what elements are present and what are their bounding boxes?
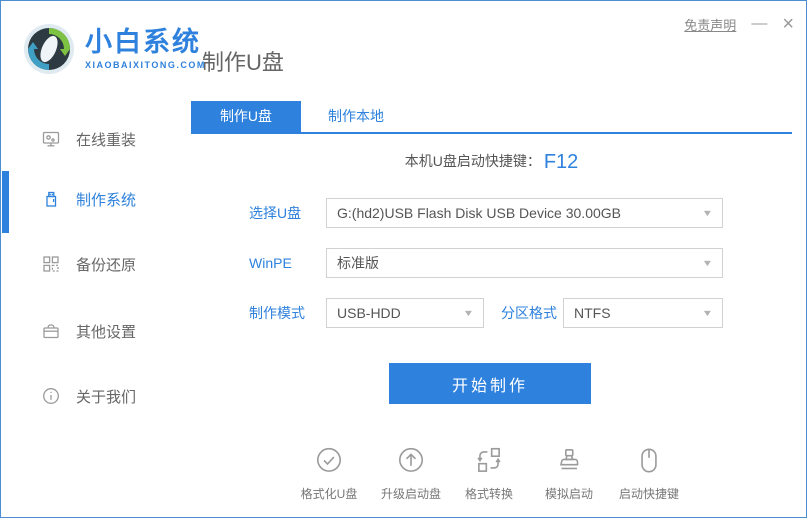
chevron-down-icon: ▼ [701, 308, 714, 318]
chevron-down-icon: ▼ [462, 308, 475, 318]
action-label: 启动快捷键 [618, 487, 679, 501]
arrow-up-circle-icon [395, 445, 427, 477]
action-label: 格式转换 [464, 487, 513, 501]
hotkey-label: 本机U盘启动快捷键： [404, 153, 541, 169]
sidebar-item-backup-restore[interactable]: 备份还原 [1, 249, 189, 279]
usb-select[interactable]: G:(hd2)USB Flash Disk USB Device 30.00GB… [326, 198, 723, 228]
action-label: 升级启动盘 [380, 487, 441, 501]
action-simulate-boot[interactable]: 模拟启动 [527, 445, 611, 502]
usb-drive-icon [41, 189, 61, 209]
sidebar-item-label: 其他设置 [76, 323, 137, 341]
brand-name: 小白系统 [85, 27, 201, 58]
chevron-down-icon: ▼ [701, 258, 714, 268]
sidebar-item-label: 备份还原 [76, 256, 137, 274]
partition-select-label: 分区格式 [501, 305, 557, 321]
logo-text: 小白系统 XIAOBAIXITONG.COM [85, 27, 206, 70]
page-title: 制作U盘 [202, 50, 284, 75]
mode-select[interactable]: USB-HDD ▼ [326, 298, 484, 328]
check-circle-icon [313, 445, 345, 477]
partition-select[interactable]: NTFS ▼ [563, 298, 723, 328]
grid-restore-icon [41, 254, 61, 274]
disclaimer-link[interactable]: 免责声明 [684, 15, 736, 34]
info-circle-icon [41, 386, 61, 406]
action-label: 模拟启动 [544, 487, 593, 501]
winpe-select-label: WinPE [249, 255, 292, 271]
brand-domain: XIAOBAIXITONG.COM [85, 59, 206, 70]
hotkey-value: F12 [543, 151, 579, 173]
action-format-usb[interactable]: 格式化U盘 [287, 445, 371, 502]
sidebar-item-label: 在线重装 [76, 131, 137, 149]
mode-select-value: USB-HDD [337, 305, 401, 321]
logo-icon [23, 23, 75, 75]
hotkey-line: 本机U盘启动快捷键： F12 [191, 151, 792, 174]
sidebar-item-online-reinstall[interactable]: 在线重装 [1, 124, 189, 154]
mode-select-label: 制作模式 [249, 305, 305, 321]
usb-select-label: 选择U盘 [249, 205, 302, 221]
usb-select-value: G:(hd2)USB Flash Disk USB Device 30.00GB [337, 205, 621, 221]
tab-bar: 制作U盘 制作本地 [191, 101, 792, 134]
sidebar-item-label: 关于我们 [76, 388, 137, 406]
briefcase-icon [41, 321, 61, 341]
sidebar-item-about-us[interactable]: 关于我们 [1, 381, 189, 411]
tab-make-usb[interactable]: 制作U盘 [191, 101, 301, 132]
monitor-icon [41, 129, 61, 149]
action-upgrade-boot-disk[interactable]: 升级启动盘 [369, 445, 453, 502]
close-button[interactable]: × [782, 14, 794, 34]
stamp-icon [553, 445, 585, 477]
sidebar-item-other-settings[interactable]: 其他设置 [1, 316, 189, 346]
tab-make-local[interactable]: 制作本地 [301, 101, 411, 132]
convert-icon [473, 445, 505, 477]
winpe-select-value: 标准版 [337, 255, 379, 271]
sidebar-item-make-system[interactable]: 制作系统 [1, 184, 189, 214]
partition-select-value: NTFS [574, 305, 611, 321]
app-logo: 小白系统 XIAOBAIXITONG.COM [23, 23, 206, 75]
mouse-icon [633, 445, 665, 477]
action-boot-hotkey[interactable]: 启动快捷键 [607, 445, 691, 502]
action-label: 格式化U盘 [300, 487, 358, 501]
app-window: 免责声明 — × 小白系统 XIAOBAIXITONG.COM 制作U盘 在线重… [0, 0, 807, 518]
titlebar: 免责声明 — × [684, 14, 794, 34]
sidebar-item-label: 制作系统 [76, 191, 137, 209]
minimize-button[interactable]: — [751, 16, 767, 32]
winpe-select[interactable]: 标准版 ▼ [326, 248, 723, 278]
action-format-convert[interactable]: 格式转换 [447, 445, 531, 502]
start-button[interactable]: 开始制作 [389, 363, 591, 404]
chevron-down-icon: ▼ [701, 208, 714, 218]
